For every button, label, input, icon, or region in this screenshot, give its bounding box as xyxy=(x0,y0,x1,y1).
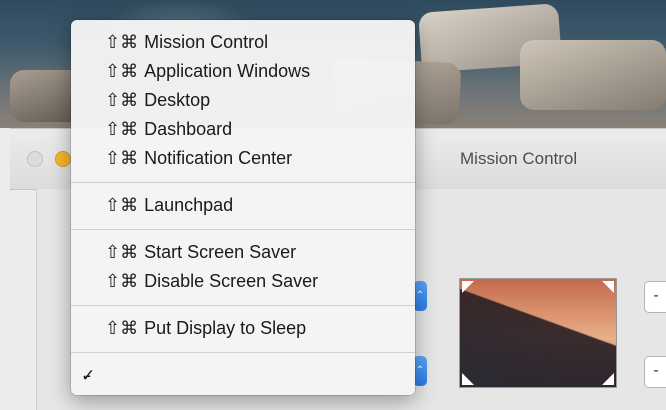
minimize-window-button[interactable] xyxy=(55,151,71,167)
wallpaper-rock xyxy=(520,40,666,110)
menu-separator xyxy=(71,229,415,230)
menu-item-desktop[interactable]: ⇧⌘ Desktop xyxy=(71,86,415,115)
menu-item-application-windows[interactable]: ⇧⌘ Application Windows xyxy=(71,57,415,86)
menu-item-launchpad[interactable]: ⇧⌘ Launchpad xyxy=(71,191,415,220)
top-left-corner-dropdown-arrow[interactable]: ⌃ xyxy=(413,281,427,311)
bottom-left-corner-dropdown-arrow[interactable]: ⌃ xyxy=(413,356,427,386)
menu-separator xyxy=(71,305,415,306)
close-window-button[interactable] xyxy=(27,151,43,167)
menu-separator xyxy=(71,352,415,353)
menu-item-notification-center[interactable]: ⇧⌘ Notification Center xyxy=(71,144,415,173)
menu-item-put-display-to-sleep[interactable]: ⇧⌘ Put Display to Sleep xyxy=(71,314,415,343)
screen-preview-thumbnail xyxy=(459,278,617,388)
corner-marker-bottom-right xyxy=(602,373,614,385)
corner-marker-top-right xyxy=(602,281,614,293)
menu-item-mission-control[interactable]: ⇧⌘ Mission Control xyxy=(71,28,415,57)
menu-item-none[interactable]: ✓ - xyxy=(71,361,415,390)
window-title: Mission Control xyxy=(460,149,578,168)
corner-marker-top-left xyxy=(462,281,474,293)
top-right-corner-dropdown[interactable]: - xyxy=(644,281,666,313)
bottom-right-corner-dropdown[interactable]: - xyxy=(644,356,666,388)
menu-separator xyxy=(71,182,415,183)
hot-corner-action-menu: ⇧⌘ Mission Control ⇧⌘ Application Windows … xyxy=(71,20,415,395)
menu-item-disable-screen-saver[interactable]: ⇧⌘ Disable Screen Saver xyxy=(71,267,415,296)
menu-item-start-screen-saver[interactable]: ⇧⌘ Start Screen Saver xyxy=(71,238,415,267)
checkmark-icon: ✓ xyxy=(81,366,96,385)
menu-item-dashboard[interactable]: ⇧⌘ Dashboard xyxy=(71,115,415,144)
corner-marker-bottom-left xyxy=(462,373,474,385)
